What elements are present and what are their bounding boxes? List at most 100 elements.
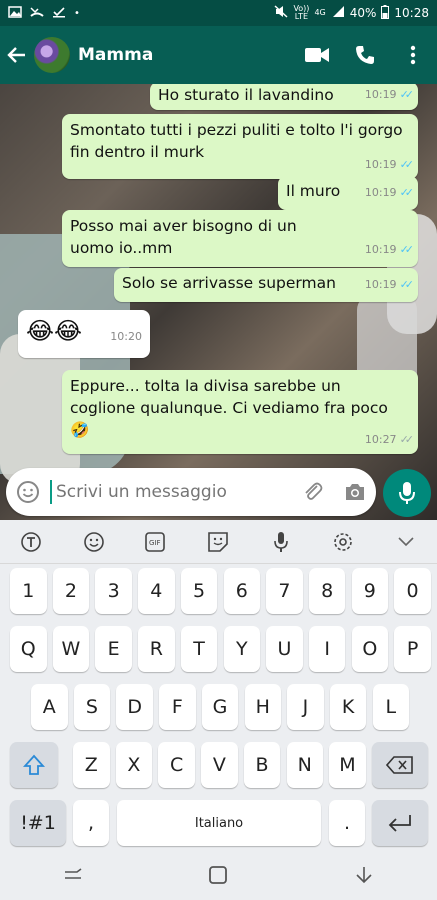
key-r[interactable]: R	[138, 626, 175, 672]
home-icon[interactable]	[188, 855, 248, 895]
network-type: 4G	[314, 8, 326, 17]
more-options-icon[interactable]	[389, 26, 437, 84]
message-bubble[interactable]: Smontato tutti i pezzi puliti e tolto l'…	[62, 114, 418, 179]
symbols-key[interactable]: !#1	[10, 800, 66, 846]
message-text: Ho sturato il lavandino	[158, 86, 334, 104]
message-text: 😂😂	[26, 317, 83, 345]
key-z[interactable]: Z	[73, 742, 110, 788]
message-time: 10:19	[364, 278, 397, 291]
key-v[interactable]: V	[201, 742, 238, 788]
key-7[interactable]: 7	[266, 568, 303, 614]
read-ticks-icon: ✓✓	[399, 243, 415, 256]
read-ticks-icon: ✓✓	[399, 88, 415, 101]
key-l[interactable]: L	[372, 684, 410, 730]
read-ticks-icon: ✓✓	[399, 278, 415, 291]
key-d[interactable]: D	[116, 684, 153, 730]
key-u[interactable]: U	[266, 626, 303, 672]
key-1[interactable]: 1	[10, 568, 47, 614]
key-o[interactable]: O	[351, 626, 389, 672]
key-k[interactable]: K	[329, 684, 367, 730]
space-bar[interactable]: Italiano	[117, 800, 321, 846]
recent-apps-icon[interactable]	[43, 855, 103, 895]
status-bar: • Vo)) LTE 4G 40% 10:28	[0, 0, 437, 26]
voice-call-icon[interactable]	[341, 26, 389, 84]
key-4[interactable]: 4	[138, 568, 175, 614]
collapse-chevron-down-icon[interactable]	[386, 522, 426, 562]
delivered-ticks-icon: ✓✓	[399, 433, 415, 446]
keyboard-settings-gear-icon[interactable]	[323, 522, 363, 562]
message-bubble[interactable]: Eppure... tolta la divisa sarebbe un cog…	[62, 370, 418, 454]
check-icon	[52, 6, 66, 21]
text-translate-icon[interactable]	[11, 522, 51, 562]
mute-icon	[274, 5, 288, 21]
camera-icon[interactable]	[334, 482, 376, 502]
key-y[interactable]: Y	[223, 626, 260, 672]
shift-arrow-icon[interactable]	[10, 742, 58, 788]
message-bubble[interactable]: Solo se arrivasse superman 10:19 ✓✓	[114, 268, 418, 302]
key-comma[interactable]: ,	[73, 800, 109, 846]
emoji-icon[interactable]	[6, 480, 50, 504]
message-time: 10:19	[364, 243, 397, 256]
key-h[interactable]: H	[244, 684, 281, 730]
key-3[interactable]: 3	[95, 568, 132, 614]
battery-percent: 40%	[349, 6, 377, 20]
key-q[interactable]: Q	[10, 626, 47, 672]
gif-icon[interactable]: GIF	[136, 522, 176, 562]
key-8[interactable]: 8	[308, 568, 346, 614]
chat-wallpaper[interactable]: Ho sturato il lavandino 10:19 ✓✓ Smontato…	[0, 84, 437, 520]
video-call-icon[interactable]	[293, 26, 341, 84]
message-bubble[interactable]: Posso mai aver bisogno di un uomo io..mm…	[62, 210, 418, 267]
key-0[interactable]: 0	[394, 568, 431, 614]
key-5[interactable]: 5	[180, 568, 218, 614]
message-time: 10:19	[364, 88, 397, 101]
svg-text:GIF: GIF	[149, 539, 161, 547]
message-text: Posso mai aver bisogno di un uomo io..mm	[70, 217, 297, 257]
signal-icon	[331, 5, 345, 21]
enter-icon[interactable]	[372, 800, 428, 846]
message-input[interactable]	[50, 480, 292, 504]
composer	[0, 466, 437, 520]
read-ticks-icon: ✓✓	[399, 186, 415, 199]
contact-avatar[interactable]	[34, 37, 70, 73]
message-time: 10:20	[110, 330, 142, 343]
message-text: Solo se arrivasse superman	[122, 274, 336, 292]
emoji-keyboard-icon[interactable]	[74, 522, 114, 562]
key-m[interactable]: M	[329, 742, 366, 788]
key-s[interactable]: S	[73, 684, 111, 730]
key-f[interactable]: F	[159, 684, 196, 730]
key-j[interactable]: J	[287, 684, 324, 730]
message-bubble[interactable]: Il muro 10:19 ✓✓	[278, 176, 418, 210]
clock: 10:28	[394, 6, 429, 20]
key-c[interactable]: C	[158, 742, 195, 788]
attach-icon[interactable]	[292, 481, 334, 503]
key-t[interactable]: T	[180, 626, 218, 672]
message-input-box[interactable]	[6, 468, 376, 516]
message-text: Il muro	[286, 182, 341, 200]
voice-input-icon[interactable]	[261, 522, 301, 562]
message-text: Smontato tutti i pezzi puliti e tolto l'…	[70, 121, 403, 161]
backspace-icon[interactable]	[372, 742, 428, 788]
key-6[interactable]: 6	[223, 568, 260, 614]
image-icon	[8, 5, 22, 21]
back-arrow-icon[interactable]	[0, 26, 34, 84]
key-i[interactable]: I	[308, 626, 346, 672]
key-x[interactable]: X	[115, 742, 153, 788]
key-w[interactable]: W	[52, 626, 90, 672]
key-9[interactable]: 9	[351, 568, 389, 614]
key-e[interactable]: E	[95, 626, 132, 672]
microphone-icon[interactable]	[383, 469, 431, 517]
message-time: 10:19	[364, 158, 397, 171]
back-nav-icon[interactable]	[334, 855, 394, 895]
contact-name[interactable]: Mamma	[78, 45, 293, 65]
message-bubble[interactable]: Ho sturato il lavandino 10:19 ✓✓	[150, 84, 418, 110]
key-period[interactable]: .	[329, 800, 365, 846]
key-a[interactable]: A	[31, 684, 68, 730]
key-p[interactable]: P	[394, 626, 431, 672]
key-2[interactable]: 2	[52, 568, 90, 614]
key-g[interactable]: G	[201, 684, 239, 730]
key-b[interactable]: B	[243, 742, 281, 788]
key-n[interactable]: N	[286, 742, 323, 788]
message-time: 10:19	[364, 186, 397, 199]
message-bubble[interactable]: 😂😂 10:20	[18, 310, 150, 358]
sticker-icon[interactable]	[198, 522, 238, 562]
